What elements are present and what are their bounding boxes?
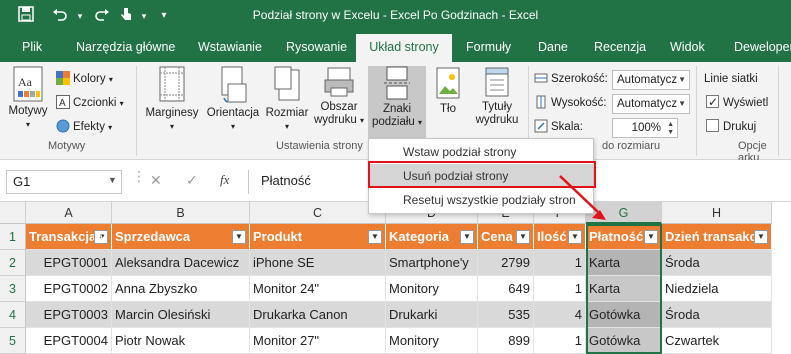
annotation-arrow: [559, 175, 606, 220]
